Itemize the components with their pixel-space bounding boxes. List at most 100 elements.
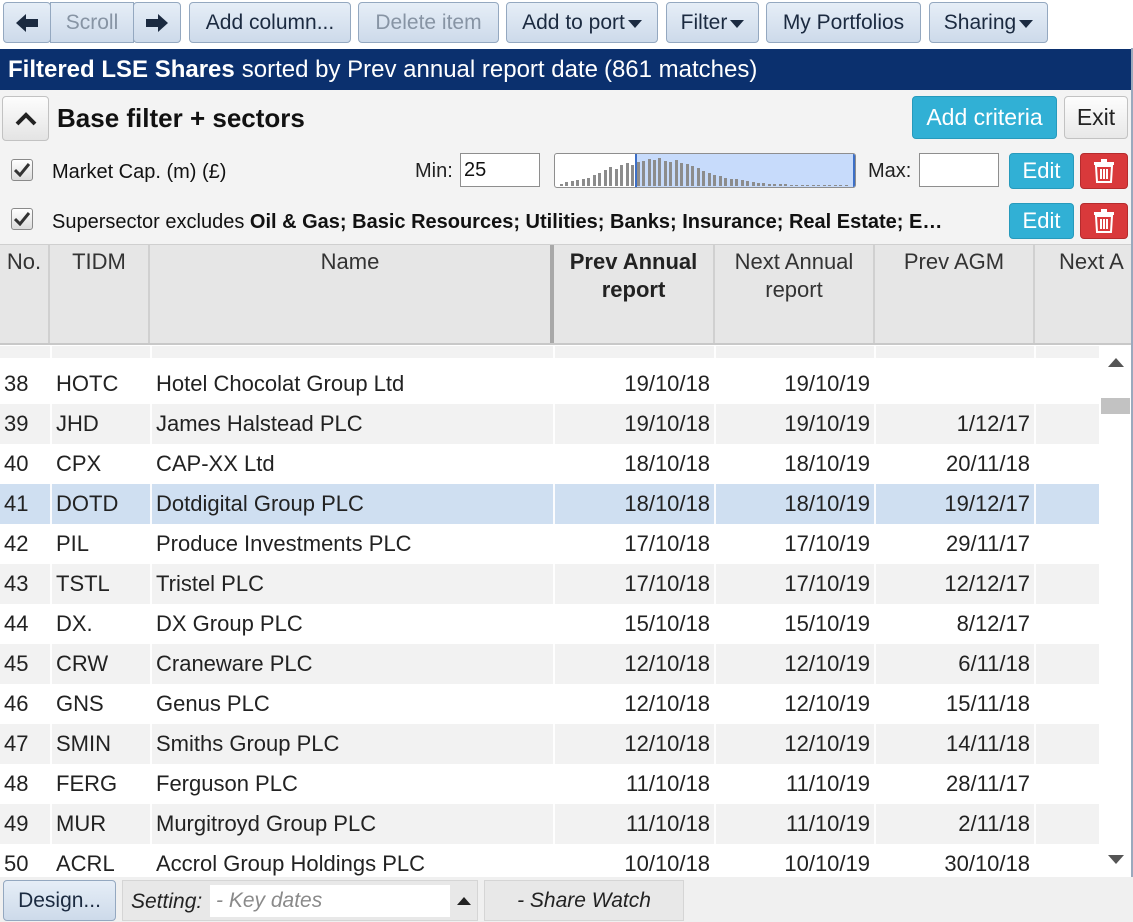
table-row[interactable]: 47 SMIN Smiths Group PLC 12/10/18 12/10/19 14… <box>0 724 1099 764</box>
forward-button[interactable] <box>133 2 181 43</box>
table-row[interactable]: 42 PIL Produce Investments PLC 17/10/18 17/1… <box>0 524 1099 564</box>
my-portfolios-button[interactable]: My Portfolios <box>766 2 921 43</box>
table-row[interactable]: 40 CPX CAP-XX Ltd 18/10/18 18/10/19 20/11/18 <box>0 444 1099 484</box>
back-button[interactable] <box>3 2 51 43</box>
cell-name[interactable]: Ferguson PLC <box>156 764 550 804</box>
cell-tidm[interactable]: TSTL <box>56 564 148 604</box>
table-row[interactable]: 43 TSTL Tristel PLC 17/10/18 17/10/19 12/12/1… <box>0 564 1099 604</box>
delete-supersector-button[interactable] <box>1080 203 1128 239</box>
cell-name[interactable]: James Halstead PLC <box>156 404 550 444</box>
table-row[interactable]: 48 FERG Ferguson PLC 11/10/18 11/10/19 28/11/… <box>0 764 1099 804</box>
table-row[interactable]: 46 GNS Genus PLC 12/10/18 12/10/19 15/11/18 <box>0 684 1099 724</box>
table-row[interactable]: 41 DOTD Dotdigital Group PLC 18/10/18 18/10/… <box>0 484 1099 524</box>
table-header: No. TIDM Name Prev Annual report Next An… <box>0 244 1133 345</box>
column-separator <box>150 404 152 444</box>
table-row[interactable]: 38 HOTC Hotel Chocolat Group Ltd 19/10/18 19… <box>0 364 1099 404</box>
cell-name[interactable]: Produce Investments PLC <box>156 524 550 564</box>
cell-name[interactable]: Hotel Chocolat Group Ltd <box>156 364 550 404</box>
design-button[interactable]: Design... <box>3 880 116 921</box>
col-header-prev-agm[interactable]: Prev AGM <box>875 245 1035 343</box>
col-header-next-annual-report[interactable]: Next Annual report <box>715 245 875 343</box>
cell-tidm[interactable]: PIL <box>56 524 148 564</box>
scroll-up-icon[interactable] <box>1108 358 1124 367</box>
exit-button[interactable]: Exit <box>1064 96 1128 139</box>
table-row[interactable]: 37 CCP Celtic PLC 19/10/18 19/10/19 21/11/18 <box>0 346 1099 358</box>
col-header-name[interactable]: Name <box>150 245 554 343</box>
add-criteria-button[interactable]: Add criteria <box>912 96 1057 139</box>
table-row[interactable]: 49 MUR Murgitroyd Group PLC 11/10/18 11/10/1… <box>0 804 1099 844</box>
cell-name[interactable]: Tristel PLC <box>156 564 550 604</box>
delete-market-cap-button[interactable] <box>1080 153 1128 189</box>
cell-next-annual-report: 15/10/19 <box>784 611 870 636</box>
max-input[interactable] <box>919 153 999 187</box>
cell-no: 37 <box>4 346 48 358</box>
table-row[interactable]: 44 DX. DX Group PLC 15/10/18 15/10/19 8/12/17 <box>0 604 1099 644</box>
histogram-selection[interactable] <box>634 154 855 187</box>
column-separator <box>553 844 555 876</box>
sharing-button[interactable]: Sharing <box>929 2 1048 43</box>
cell-no: 39 <box>4 411 29 436</box>
edit-supersector-button[interactable]: Edit <box>1009 203 1074 239</box>
cell-name[interactable]: DX Group PLC <box>156 604 550 644</box>
col-header-next-agm[interactable]: Next A <box>1035 245 1133 343</box>
cell-tidm[interactable]: SMIN <box>56 724 148 764</box>
add-to-port-label: Add to port <box>522 10 625 34</box>
cell-name[interactable]: Dotdigital Group PLC <box>156 484 550 524</box>
cell-no: 49 <box>4 811 29 836</box>
cell-tidm[interactable]: CPX <box>56 444 148 484</box>
collapse-filter-button[interactable] <box>2 96 49 141</box>
setting-selector[interactable]: Setting: - Key dates <box>122 880 478 921</box>
col-header-prev-annual-report[interactable]: Prev Annual report <box>554 245 715 343</box>
cell-next-annual-report: 17/10/19 <box>784 571 870 596</box>
share-watch-button[interactable]: - Share Watch <box>484 880 684 921</box>
cell-tidm[interactable]: ACRL <box>56 844 148 876</box>
scroll-down-icon[interactable] <box>1108 855 1124 864</box>
cell-name[interactable]: Craneware PLC <box>156 644 550 684</box>
add-column-button[interactable]: Add column... <box>189 2 351 43</box>
cell-tidm[interactable]: FERG <box>56 764 148 804</box>
filter-button[interactable]: Filter <box>666 2 759 43</box>
market-cap-checkbox[interactable] <box>11 159 33 181</box>
delete-item-button[interactable]: Delete item <box>358 2 499 43</box>
cell-tidm[interactable]: GNS <box>56 684 148 724</box>
histogram-bar <box>806 185 810 186</box>
histogram-bar <box>724 178 728 186</box>
cell-tidm[interactable]: CCP <box>56 346 148 358</box>
scroll-button[interactable]: Scroll <box>50 2 134 43</box>
checkmark-icon <box>14 163 30 177</box>
cell-tidm[interactable]: DOTD <box>56 484 148 524</box>
cell-tidm[interactable]: MUR <box>56 804 148 844</box>
scrollbar-thumb[interactable] <box>1101 398 1130 414</box>
supersector-checkbox[interactable] <box>11 208 33 230</box>
cell-tidm[interactable]: CRW <box>56 644 148 684</box>
chevron-down-icon <box>730 20 745 28</box>
setting-value[interactable]: - Key dates <box>210 885 450 917</box>
min-input[interactable]: 25 <box>460 153 540 187</box>
cell-name[interactable]: Murgitroyd Group PLC <box>156 804 550 844</box>
table-row[interactable]: 39 JHD James Halstead PLC 19/10/18 19/10/19 1… <box>0 404 1099 444</box>
market-cap-histogram-slider[interactable] <box>554 153 856 188</box>
column-separator <box>1034 484 1036 524</box>
table-row[interactable]: 50 ACRL Accrol Group Holdings PLC 10/10/18 1… <box>0 844 1099 876</box>
column-separator <box>1034 564 1036 604</box>
column-separator <box>50 404 52 444</box>
column-separator <box>1034 764 1036 804</box>
filter-heading: Base filter + sectors <box>57 103 305 133</box>
edit-market-cap-button[interactable]: Edit <box>1009 153 1074 189</box>
col-header-tidm[interactable]: TIDM <box>50 245 150 343</box>
cell-tidm[interactable]: HOTC <box>56 364 148 404</box>
cell-name[interactable]: Genus PLC <box>156 684 550 724</box>
cell-name[interactable]: CAP-XX Ltd <box>156 444 550 484</box>
add-to-port-button[interactable]: Add to port <box>506 2 658 43</box>
cell-name[interactable]: Celtic PLC <box>156 346 550 358</box>
cell-name[interactable]: Smiths Group PLC <box>156 724 550 764</box>
col-header-no[interactable]: No. <box>0 245 50 343</box>
cell-tidm[interactable]: DX. <box>56 604 148 644</box>
cell-name[interactable]: Accrol Group Holdings PLC <box>156 844 550 876</box>
chevron-up-icon[interactable] <box>457 897 471 905</box>
vertical-scrollbar[interactable] <box>1099 346 1132 876</box>
table-row[interactable]: 45 CRW Craneware PLC 12/10/18 12/10/19 6/11/1… <box>0 644 1099 684</box>
column-separator <box>150 364 152 404</box>
cell-tidm[interactable]: JHD <box>56 404 148 444</box>
histogram-bar <box>811 185 815 186</box>
